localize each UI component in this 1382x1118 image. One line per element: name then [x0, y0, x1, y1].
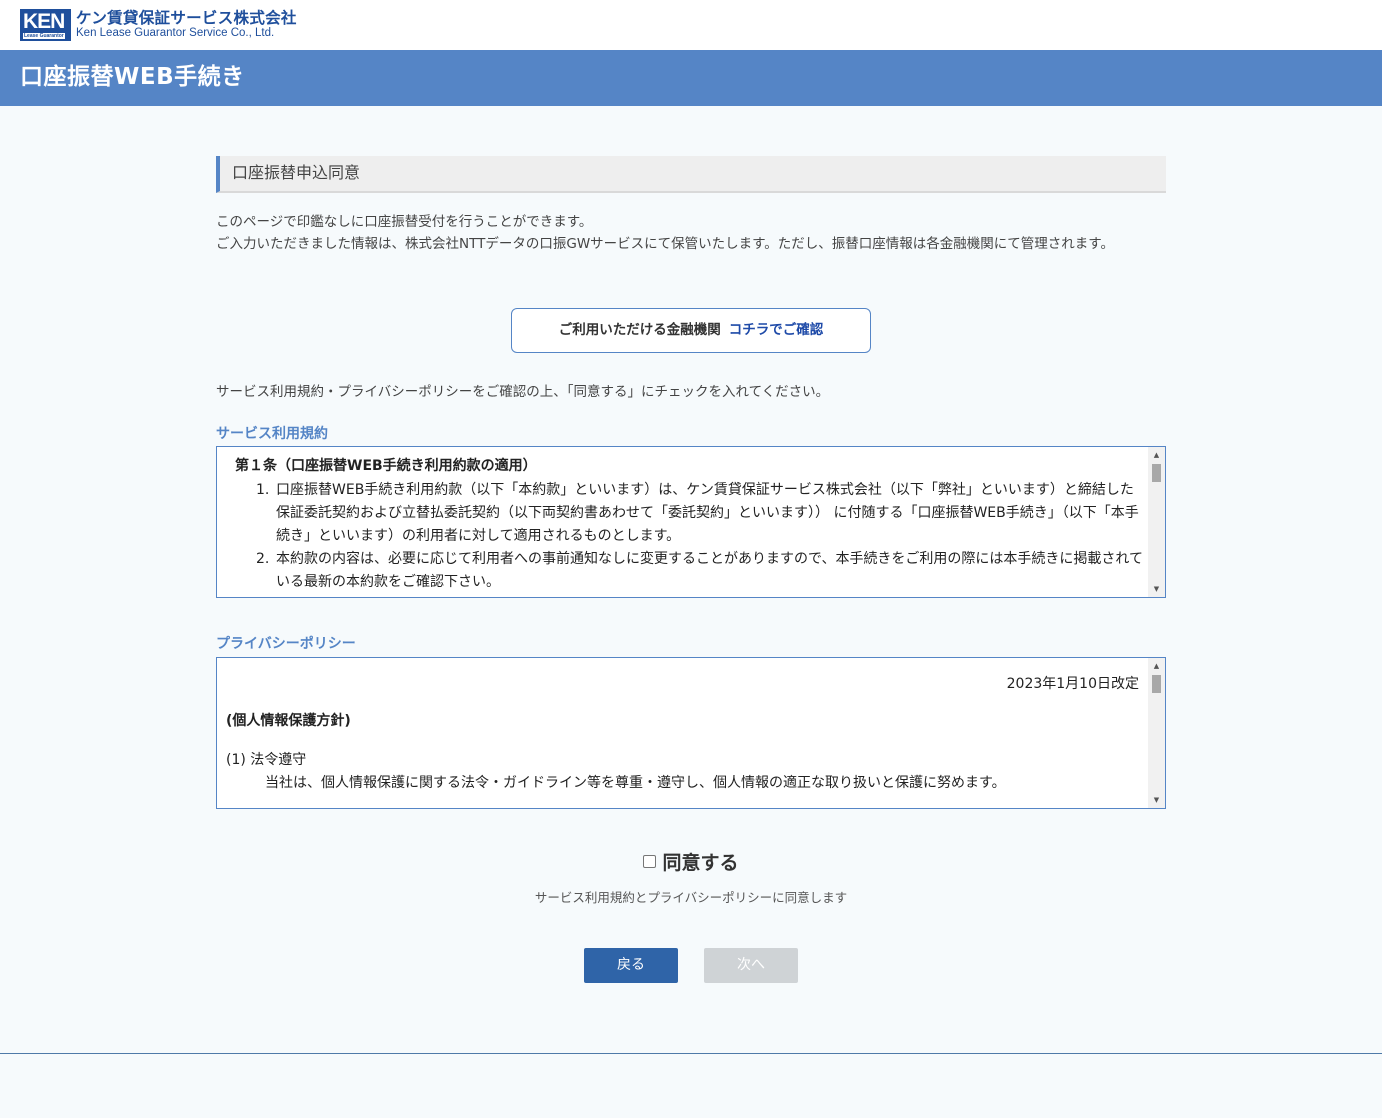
agree-label-text: 同意する — [662, 852, 739, 874]
agree-checkbox[interactable] — [643, 855, 657, 868]
terms-item-number: 1. — [256, 482, 270, 498]
scroll-up-arrow-icon[interactable]: ▲ — [1148, 659, 1165, 673]
intro-line-2: ご入力いただきました情報は、株式会社NTTデータの口振GWサービスにて保管いたし… — [216, 235, 1114, 252]
logo-text: ケン賃貸保証サービス株式会社 Ken Lease Guarantor Servi… — [76, 8, 297, 40]
section-heading: 口座振替申込同意 — [216, 156, 1166, 193]
title-bar: 口座振替WEB手続き — [0, 50, 1382, 106]
financial-institutions-button[interactable]: ご利用いただける金融機関 コチラでご確認 — [511, 308, 871, 353]
terms-content: 第１条（口座振替WEB手続き利用約款の適用） 1. 口座振替WEB手続き利用約款（… — [217, 447, 1148, 597]
terms-list: 1. 口座振替WEB手続き利用約款（以下「本約款」といいます）は、ケン賃貸保証サー… — [256, 479, 1146, 594]
privacy-label: プライバシーポリシー — [216, 636, 356, 652]
privacy-section-heading: (1) 法令遵守 — [226, 752, 307, 768]
back-button[interactable]: 戻る — [584, 948, 678, 983]
logo-mark-text: KEN — [23, 10, 65, 33]
financial-institutions-label: ご利用いただける金融機関 — [558, 322, 721, 338]
scrollbar-thumb[interactable] — [1152, 675, 1161, 693]
agree-checkbox-label[interactable]: 同意する — [643, 848, 739, 875]
company-logo[interactable]: KEN Lease Guarantor ケン賃貸保証サービス株式会社 Ken L… — [20, 9, 297, 41]
terms-article-heading: 第１条（口座振替WEB手続き利用約款の適用） — [235, 458, 537, 474]
intro-text: このページで印鑑なしに口座振替受付を行うことができます。 ご入力いただきました情… — [216, 212, 1166, 255]
privacy-policy-title: (個人情報保護方針) — [226, 713, 351, 729]
privacy-scroll-box[interactable]: 2023年1月10日改定 (個人情報保護方針) (1) 法令遵守 当社は、個人情… — [216, 657, 1166, 809]
financial-institutions-link[interactable]: コチラでご確認 — [729, 322, 824, 338]
privacy-content: 2023年1月10日改定 (個人情報保護方針) (1) 法令遵守 当社は、個人情… — [217, 658, 1148, 808]
footer-divider — [0, 1053, 1382, 1054]
intro-line-1: このページで印鑑なしに口座振替受付を行うことができます。 — [216, 214, 593, 230]
header-bar: KEN Lease Guarantor ケン賃貸保証サービス株式会社 Ken L… — [0, 0, 1382, 50]
privacy-revised-date: 2023年1月10日改定 — [1006, 676, 1139, 692]
scroll-down-arrow-icon[interactable]: ▼ — [1148, 793, 1165, 807]
terms-item-text: 口座振替WEB手続き利用約款（以下「本約款」といいます）は、ケン賃貸保証サービス… — [276, 482, 1139, 544]
privacy-scrollbar[interactable]: ▲ ▼ — [1148, 658, 1165, 808]
scroll-up-arrow-icon[interactable]: ▲ — [1148, 448, 1165, 462]
terms-scrollbar[interactable]: ▲ ▼ — [1148, 447, 1165, 597]
agreement-instruction: サービス利用規約・プライバシーポリシーをご確認の上、「同意する」にチェックを入れ… — [216, 384, 830, 400]
privacy-section-text: 当社は、個人情報保護に関する法令・ガイドライン等を尊重・遵守し、個人情報の適正な… — [265, 775, 1006, 791]
terms-item-text: 本約款の内容は、必要に応じて利用者への事前通知なしに変更することがありますので、… — [276, 551, 1144, 590]
page-title: 口座振替WEB手続き — [20, 64, 245, 90]
terms-list-item: 2. 本約款の内容は、必要に応じて利用者への事前通知なしに変更することがありますの… — [256, 548, 1146, 594]
terms-label: サービス利用規約 — [216, 426, 328, 442]
ken-logo-mark: KEN Lease Guarantor — [20, 9, 71, 41]
terms-scroll-box[interactable]: 第１条（口座振替WEB手続き利用約款の適用） 1. 口座振替WEB手続き利用約款（… — [216, 446, 1166, 598]
logo-mark-subtext: Lease Guarantor — [23, 33, 65, 39]
agree-description: サービス利用規約とプライバシーポリシーに同意します — [534, 890, 848, 905]
terms-item-number: 2. — [256, 551, 270, 567]
agree-row: 同意する — [0, 848, 1382, 875]
next-button[interactable]: 次へ — [704, 948, 798, 983]
company-name-jp: ケン賃貸保証サービス株式会社 — [76, 8, 297, 27]
section-title: 口座振替申込同意 — [232, 163, 361, 182]
terms-list-item: 1. 口座振替WEB手続き利用約款（以下「本約款」といいます）は、ケン賃貸保証サー… — [256, 479, 1146, 548]
scroll-down-arrow-icon[interactable]: ▼ — [1148, 582, 1165, 596]
company-name-en: Ken Lease Guarantor Service Co., Ltd. — [76, 27, 275, 39]
scrollbar-thumb[interactable] — [1152, 464, 1161, 482]
